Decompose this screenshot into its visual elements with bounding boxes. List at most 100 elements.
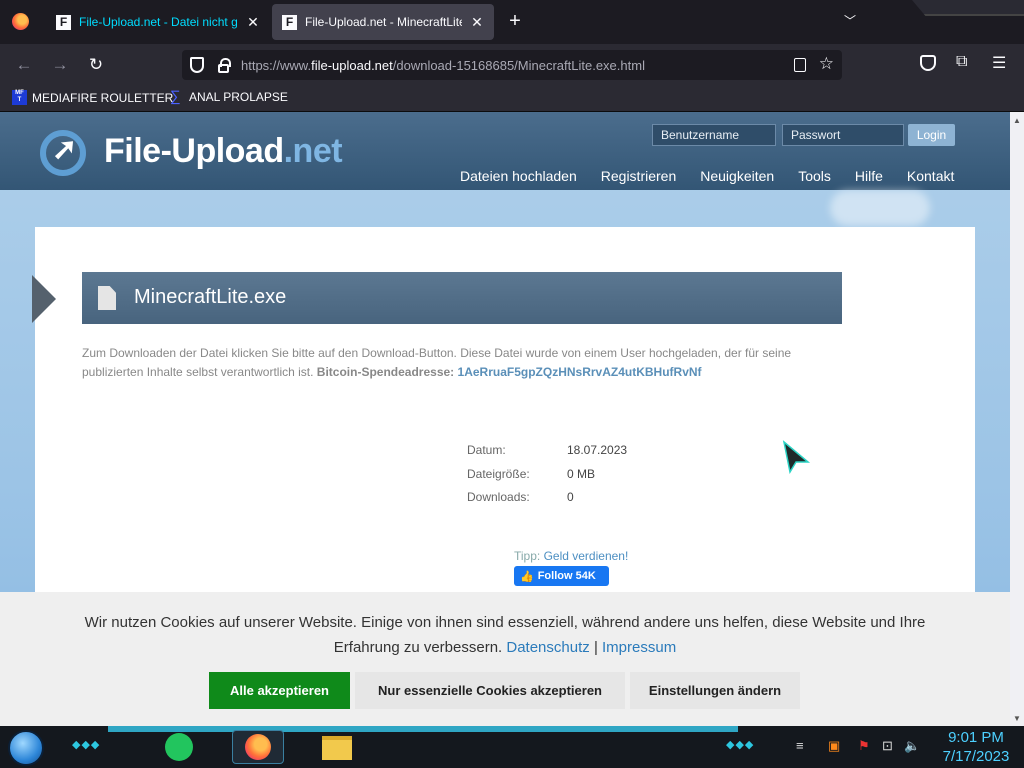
nav-tools[interactable]: Tools: [786, 168, 843, 184]
site-nav: Dateien hochladen Registrieren Neuigkeit…: [448, 168, 966, 184]
clock-date: 7/17/2023: [942, 748, 1010, 765]
browser-nav-bar: ← → ↻ https://www.file-upload.net/downlo…: [0, 44, 1024, 86]
shield-icon[interactable]: [190, 57, 204, 73]
accept-all-button[interactable]: Alle akzeptieren: [209, 672, 350, 709]
url-host: file-upload.net: [311, 57, 393, 73]
url-text[interactable]: https://www.file-upload.net/download-151…: [241, 58, 645, 73]
window-decoration: [912, 0, 1024, 16]
mediafire-icon: MF T: [12, 90, 27, 105]
link-separator: |: [593, 639, 598, 656]
meta-label-downloads: Downloads:: [467, 490, 530, 504]
tray-menu-icon[interactable]: ≡: [796, 738, 804, 753]
taskbar-app-explorer[interactable]: [320, 730, 354, 764]
accept-essential-button[interactable]: Nur essenzielle Cookies akzeptieren: [355, 672, 625, 709]
network-icon[interactable]: ⊡: [882, 738, 893, 754]
tab-title: File-Upload.net - Datei nicht gefunden: [79, 15, 238, 29]
new-tab-icon[interactable]: +: [504, 10, 526, 32]
tip-label: Tipp:: [514, 549, 541, 563]
reload-icon[interactable]: ↻: [84, 53, 108, 77]
tray-app-icon[interactable]: ▣: [828, 738, 840, 754]
nav-help[interactable]: Hilfe: [843, 168, 895, 184]
bookmark-label: MEDIAFIRE ROULETTER: [32, 90, 174, 105]
imprint-link[interactable]: Impressum: [602, 639, 676, 656]
pocket-icon[interactable]: [920, 55, 936, 71]
taskbar: ◆◆◆ ◆◆◆ ≡ ▣ ⚑ ⊡ 🔈 9:01 PM 7/17/2023: [0, 726, 1024, 768]
donation-address[interactable]: 1AeRruaF5gpZQzHNsRrvAZ4utKBHufRvNf: [458, 365, 702, 379]
scroll-up-icon[interactable]: ▲: [1013, 116, 1021, 125]
page-scrollbar[interactable]: ▲ ▼: [1010, 112, 1024, 726]
close-icon[interactable]: ✕: [246, 14, 260, 31]
tab-favicon: F: [56, 14, 71, 30]
meta-value-downloads: 0: [567, 490, 574, 504]
lock-icon[interactable]: [218, 57, 231, 73]
tab-favicon: F: [282, 14, 297, 30]
username-input[interactable]: Benutzername: [652, 124, 776, 146]
upload-arrow-icon[interactable]: [40, 130, 86, 176]
hamburger-menu-icon[interactable]: ☰: [992, 53, 1006, 73]
bookmark-mediafire[interactable]: MF T MEDIAFIRE ROULETTER: [12, 90, 173, 105]
site-logo[interactable]: File-Upload.net: [104, 132, 343, 171]
decoration-icon: ◆◆◆: [726, 739, 755, 751]
taskbar-app-firefox[interactable]: [232, 730, 284, 764]
volume-icon[interactable]: 🔈: [904, 738, 920, 754]
logo-tld: .net: [283, 132, 343, 170]
back-arrow-icon[interactable]: ←: [12, 53, 36, 77]
decoration-icon: ◆◆◆: [72, 739, 101, 751]
login-button[interactable]: Login: [908, 124, 955, 146]
file-description: Zum Downloaden der Datei klicken Sie bit…: [82, 344, 822, 382]
bookmark-label: ANAL PROLAPSE: [189, 90, 288, 104]
firefox-icon: [245, 734, 271, 760]
cookie-banner: Wir nutzen Cookies auf unserer Website. …: [0, 592, 1010, 726]
cloud-decoration: [830, 190, 930, 226]
file-title-bar: MinecraftLite.exe: [82, 272, 842, 324]
privacy-link[interactable]: Datenschutz: [506, 639, 589, 656]
taskbar-decoration: [108, 726, 738, 732]
forward-arrow-icon[interactable]: →: [48, 53, 72, 77]
extensions-icon[interactable]: ⧉: [956, 53, 967, 71]
bookmarks-bar: MF T MEDIAFIRE ROULETTER ∑ ANAL PROLAPSE: [0, 86, 1024, 112]
nav-contact[interactable]: Kontakt: [895, 168, 966, 184]
web-page: File-Upload.net Benutzername Passwort Lo…: [0, 112, 1010, 726]
browser-tab-bar: F File-Upload.net - Datei nicht gefunden…: [0, 0, 1024, 44]
close-icon[interactable]: ✕: [470, 14, 484, 31]
arrow-marker-icon: [32, 275, 56, 323]
meta-value-size: 0 MB: [567, 467, 596, 481]
file-icon: [98, 286, 116, 310]
start-button[interactable]: [8, 730, 44, 766]
star-icon[interactable]: ☆: [819, 54, 834, 74]
cookie-message: Wir nutzen Cookies auf unserer Website. …: [84, 614, 926, 656]
logo-main: File-Upload: [104, 132, 284, 170]
folder-icon: [322, 736, 352, 760]
url-bar[interactable]: https://www.file-upload.net/download-151…: [182, 50, 842, 80]
taskbar-clock[interactable]: 9:01 PM 7/17/2023: [938, 728, 1014, 766]
nav-news[interactable]: Neuigkeiten: [688, 168, 786, 184]
tab-minecraftlite[interactable]: F File-Upload.net - MinecraftLite.exe ✕: [272, 4, 494, 40]
url-prefix: https://www.: [241, 57, 312, 73]
tab-title: File-Upload.net - MinecraftLite.exe: [305, 15, 462, 29]
password-input[interactable]: Passwort: [782, 124, 904, 146]
tip-line: Tipp: Geld verdienen!: [514, 549, 628, 563]
tab-file-not-found[interactable]: F File-Upload.net - Datei nicht gefunden…: [46, 4, 270, 40]
app-icon: [165, 733, 193, 761]
nav-register[interactable]: Registrieren: [589, 168, 688, 184]
cookie-settings-button[interactable]: Einstellungen ändern: [630, 672, 800, 709]
chevron-down-icon[interactable]: ﹀: [844, 12, 856, 29]
url-path: /download-15168685/MinecraftLite.exe.htm…: [392, 57, 645, 73]
nav-upload[interactable]: Dateien hochladen: [448, 168, 589, 184]
file-name: MinecraftLite.exe: [134, 286, 287, 308]
reader-view-icon[interactable]: [794, 58, 806, 72]
thumbs-up-icon: 👍: [520, 570, 534, 583]
donation-label: Bitcoin-Spendeadresse:: [316, 365, 455, 379]
taskbar-app-green[interactable]: [162, 730, 196, 764]
flag-icon[interactable]: ⚑: [858, 738, 870, 754]
sigma-icon: ∑: [170, 88, 181, 105]
meta-label-size: Dateigröße:: [467, 467, 530, 481]
firefox-icon[interactable]: [12, 13, 29, 30]
bookmark-second[interactable]: ∑ ANAL PROLAPSE: [170, 88, 288, 105]
meta-value-date: 18.07.2023: [567, 443, 628, 457]
tip-link[interactable]: Geld verdienen!: [544, 549, 629, 563]
facebook-follow-button[interactable]: 👍 Follow 54K: [514, 566, 609, 586]
cookie-text: Wir nutzen Cookies auf unserer Website. …: [50, 610, 960, 660]
scroll-down-icon[interactable]: ▼: [1013, 714, 1021, 723]
follow-label: Follow 54K: [537, 570, 596, 582]
